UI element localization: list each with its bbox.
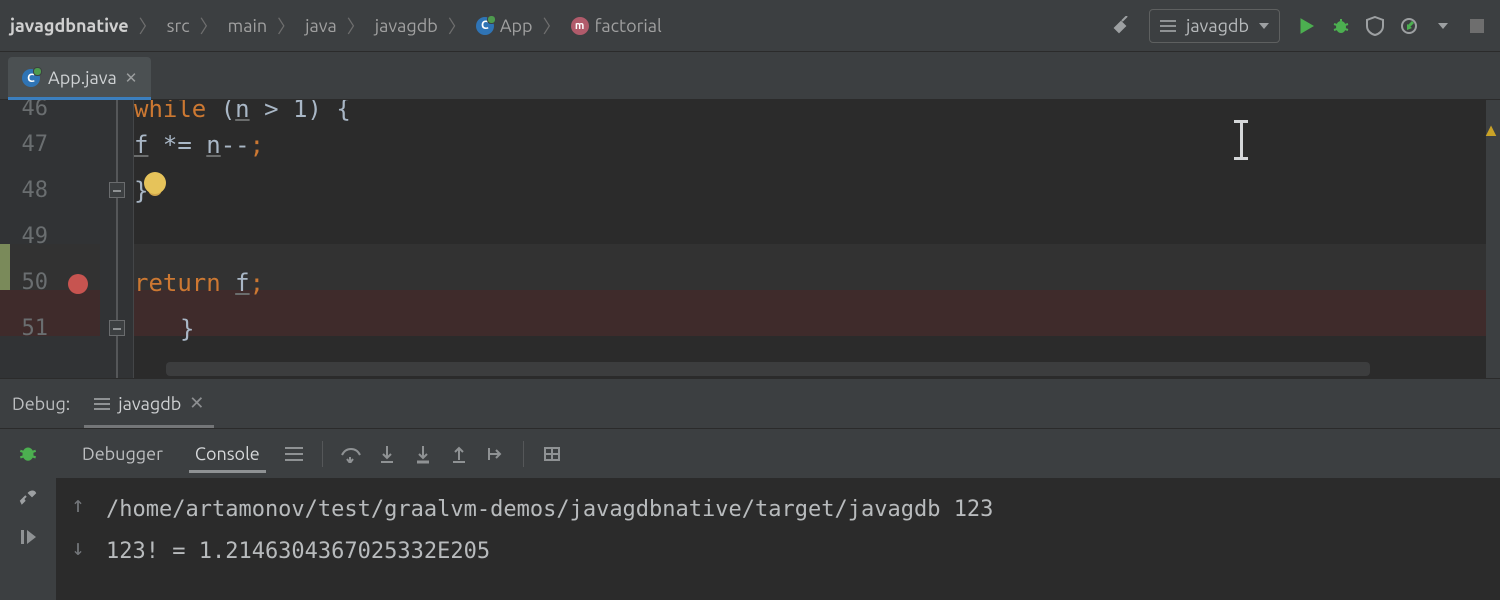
debug-restart-button[interactable] — [14, 439, 42, 467]
profile-button[interactable] — [1392, 9, 1426, 43]
breadcrumb-package[interactable]: javagdb — [371, 16, 442, 36]
navigation-bar: javagdbnative 〉 src 〉 main 〉 java 〉 java… — [0, 0, 1500, 52]
chevron-right-icon: 〉 — [341, 13, 371, 39]
breadcrumb-src[interactable]: src — [163, 16, 194, 36]
debug-left-toolbar — [0, 429, 56, 600]
debug-session-tab[interactable]: javagdb ✕ — [84, 387, 214, 420]
settings-button[interactable] — [14, 481, 42, 509]
run-config-icon — [94, 398, 110, 410]
breadcrumb-java[interactable]: java — [301, 16, 341, 36]
breadcrumb-class-label: App — [500, 16, 533, 36]
chevron-right-icon: 〉 — [271, 13, 301, 39]
breadcrumb: javagdbnative 〉 src 〉 main 〉 java 〉 java… — [6, 13, 666, 39]
breadcrumb-class[interactable]: C App — [472, 16, 537, 36]
fold-toggle-icon[interactable] — [109, 320, 125, 336]
run-to-cursor-icon[interactable] — [481, 440, 509, 468]
debug-title: Debug: — [12, 394, 70, 414]
code-line[interactable]: while (n > 1) { — [134, 100, 1500, 122]
code-line[interactable]: return f; — [134, 260, 1500, 306]
breadcrumb-member-label: factorial — [595, 16, 662, 36]
console-line: /home/artamonov/test/graalvm-demos/javag… — [106, 491, 993, 529]
error-stripe[interactable]: ▲ — [1486, 100, 1500, 378]
debug-toolwindow: Debugger Console ↑ ↓ /home/artamonov/tes… — [0, 428, 1500, 600]
chevron-right-icon: 〉 — [442, 13, 472, 39]
class-icon: C — [22, 69, 40, 87]
text-cursor-icon — [1234, 120, 1248, 160]
next-output-icon[interactable]: ↓ — [71, 536, 84, 561]
chevron-right-icon: 〉 — [537, 13, 567, 39]
code-line[interactable]: } — [134, 306, 1500, 352]
line-number[interactable]: 46 — [0, 100, 48, 122]
code-line[interactable] — [134, 214, 1500, 260]
tab-debugger[interactable]: Debugger — [70, 436, 175, 472]
debug-subtabs: Debugger Console — [56, 429, 1500, 479]
line-number-gutter[interactable]: 46 47 48 49 50 51 — [0, 100, 56, 378]
class-icon: C — [476, 17, 494, 35]
method-icon: m — [571, 17, 589, 35]
warning-icon[interactable]: ▲ — [1482, 120, 1500, 141]
console-line: 123! = 1.2146304367025332E205 — [106, 533, 993, 571]
run-configuration-label: javagdb — [1186, 16, 1249, 36]
force-step-into-icon[interactable] — [409, 440, 437, 468]
resume-button[interactable] — [14, 523, 42, 551]
code-editor[interactable]: 46 47 48 49 50 51 while (n > 1) { — [0, 100, 1500, 378]
breadcrumb-member[interactable]: m factorial — [567, 16, 666, 36]
tab-console[interactable]: Console — [183, 436, 272, 472]
line-number[interactable]: 47 — [0, 122, 48, 168]
editor-tabs: C App.java ✕ — [0, 52, 1500, 100]
code-line[interactable]: f *= n--; — [134, 122, 1500, 168]
build-button[interactable] — [1105, 9, 1139, 43]
debug-button[interactable] — [1324, 9, 1358, 43]
step-out-icon[interactable] — [445, 440, 473, 468]
run-config-icon — [1160, 20, 1176, 32]
console-nav: ↑ ↓ — [56, 479, 100, 600]
debug-session-label: javagdb — [118, 394, 181, 414]
line-number[interactable]: 51 — [0, 306, 48, 352]
evaluate-expression-icon[interactable] — [538, 440, 566, 468]
chevron-down-icon — [1259, 23, 1269, 29]
chevron-right-icon: 〉 — [194, 13, 224, 39]
chevron-right-icon: 〉 — [133, 13, 163, 39]
coverage-button[interactable] — [1358, 9, 1392, 43]
prev-output-icon[interactable]: ↑ — [71, 493, 84, 518]
horizontal-scrollbar[interactable] — [166, 362, 1370, 376]
tab-app-java[interactable]: C App.java ✕ — [8, 57, 151, 99]
fold-toggle-icon[interactable] — [109, 182, 125, 198]
step-over-icon[interactable] — [337, 440, 365, 468]
run-menu-arrow[interactable] — [1426, 9, 1460, 43]
breadcrumb-project[interactable]: javagdbnative — [6, 16, 133, 36]
line-number[interactable]: 50 — [0, 260, 48, 306]
run-configuration-selector[interactable]: javagdb — [1149, 9, 1280, 43]
fold-gutter[interactable] — [100, 100, 134, 378]
threads-view-icon[interactable] — [280, 440, 308, 468]
line-number[interactable]: 48 — [0, 168, 48, 214]
breadcrumb-main[interactable]: main — [224, 16, 271, 36]
close-icon[interactable]: ✕ — [125, 69, 138, 87]
debug-toolwindow-header: Debug: javagdb ✕ — [0, 378, 1500, 428]
breakpoint-icon[interactable] — [68, 274, 88, 294]
line-number[interactable]: 49 — [0, 214, 48, 260]
step-into-icon[interactable] — [373, 440, 401, 468]
code-area[interactable]: while (n > 1) { f *= n--; } return f; } — [134, 100, 1500, 378]
stop-button[interactable] — [1460, 9, 1494, 43]
tab-label: App.java — [48, 68, 117, 88]
debug-console[interactable]: ↑ ↓ /home/artamonov/test/graalvm-demos/j… — [56, 479, 1500, 600]
code-line[interactable]: } — [134, 168, 1500, 214]
close-icon[interactable]: ✕ — [189, 393, 204, 414]
run-button[interactable] — [1290, 9, 1324, 43]
breakpoint-gutter[interactable] — [56, 100, 100, 378]
